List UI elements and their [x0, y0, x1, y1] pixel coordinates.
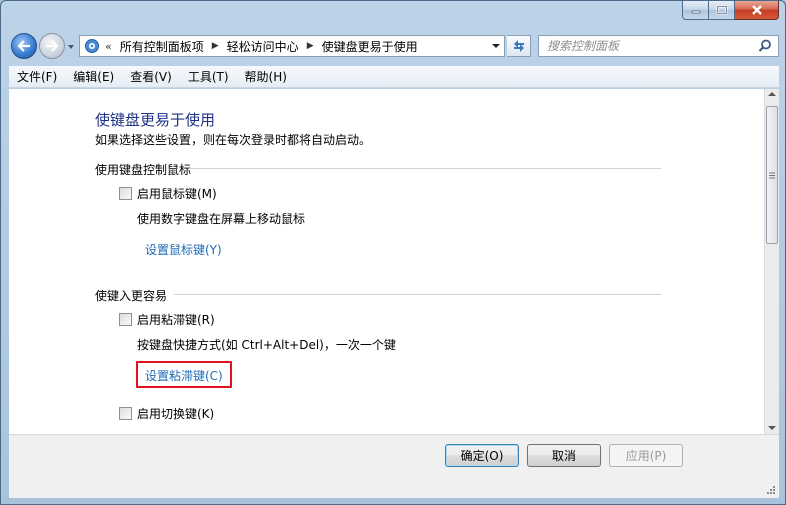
page-description: 如果选择这些设置，则在每次登录时都将自动启动。 [95, 133, 372, 147]
sticky-keys-description: 按键盘快捷方式(如 Ctrl+Alt+Del)，一次一个键 [137, 338, 396, 352]
breadcrumb-arrow-icon[interactable]: ▶ [307, 41, 314, 51]
menu-bar: 文件(F) 编辑(E) 查看(V) 工具(T) 帮助(H) [9, 66, 779, 88]
toggle-keys-label[interactable]: 启用切换键(K) [137, 405, 214, 422]
address-dropdown-button[interactable] [488, 36, 504, 56]
scroll-down-icon[interactable] [768, 425, 776, 431]
control-panel-icon [83, 37, 101, 55]
sticky-keys-checkbox[interactable] [119, 313, 132, 326]
breadcrumb-arrow-icon[interactable]: ▶ [212, 41, 219, 51]
mouse-keys-checkbox-row[interactable]: 启用鼠标键(M) [119, 185, 217, 202]
sticky-keys-checkbox-row[interactable]: 启用粘滞键(R) [119, 311, 215, 328]
section-divider [189, 168, 661, 169]
apply-button: 应用(P) [609, 444, 683, 467]
search-box[interactable] [538, 35, 779, 57]
ok-button[interactable]: 确定(O) [445, 444, 519, 467]
section-heading-mouse: 使用键盘控制鼠标 [95, 163, 192, 177]
caption-buttons [682, 1, 779, 21]
setup-mouse-keys-link[interactable]: 设置鼠标键(Y) [145, 241, 222, 258]
grip-icon [769, 172, 775, 178]
toggle-keys-checkbox[interactable] [119, 407, 132, 420]
menu-edit[interactable]: 编辑(E) [65, 68, 122, 85]
mouse-keys-description: 使用数字键盘在屏幕上移动鼠标 [137, 212, 306, 226]
forward-button[interactable] [39, 33, 65, 59]
history-dropdown[interactable] [66, 42, 76, 52]
chevron-down-icon [492, 44, 500, 48]
breadcrumb-ease-of-access[interactable]: 轻松访问中心 [227, 38, 299, 55]
search-input[interactable] [547, 39, 747, 53]
toggle-keys-checkbox-row[interactable]: 启用切换键(K) [119, 405, 214, 422]
maximize-button[interactable] [709, 1, 735, 20]
refresh-icon [513, 40, 524, 52]
minimize-button[interactable] [682, 1, 709, 20]
menu-view[interactable]: 查看(V) [122, 68, 180, 85]
scroll-up-icon[interactable] [768, 91, 776, 97]
resize-grip-icon[interactable] [766, 485, 776, 495]
setup-sticky-keys-link[interactable]: 设置粘滞键(C) [145, 367, 223, 384]
menu-help[interactable]: 帮助(H) [237, 68, 295, 85]
mouse-keys-label[interactable]: 启用鼠标键(M) [137, 185, 217, 202]
sticky-keys-label[interactable]: 启用粘滞键(R) [137, 311, 215, 328]
maximize-icon [716, 5, 727, 15]
close-button[interactable] [735, 1, 779, 20]
cancel-button[interactable]: 取消 [527, 444, 601, 467]
section-divider [174, 294, 661, 295]
control-panel-window: « 所有控制面板项 ▶ 轻松访问中心 ▶ 使键盘更易于使用 文件(F) 编辑(E… [0, 0, 786, 505]
menu-tools[interactable]: 工具(T) [180, 68, 237, 85]
navigation-bar: « 所有控制面板项 ▶ 轻松访问中心 ▶ 使键盘更易于使用 [1, 29, 785, 63]
menu-file[interactable]: 文件(F) [9, 68, 65, 85]
back-button[interactable] [11, 33, 37, 59]
arrow-left-icon [17, 40, 30, 52]
search-icon[interactable] [758, 39, 772, 53]
content-pane: 使键盘更易于使用 如果选择这些设置，则在每次登录时都将自动启动。 使用键盘控制鼠… [9, 89, 764, 434]
mouse-keys-checkbox[interactable] [119, 187, 132, 200]
scrollbar-thumb[interactable] [766, 106, 778, 244]
section-heading-typing: 使键入更容易 [95, 289, 168, 303]
chevron-down-icon [68, 45, 74, 49]
address-bar[interactable]: « 所有控制面板项 ▶ 轻松访问中心 ▶ 使键盘更易于使用 [79, 35, 505, 57]
refresh-button[interactable] [507, 35, 531, 57]
minimize-icon [691, 10, 700, 14]
breadcrumb-keyboard[interactable]: 使键盘更易于使用 [322, 38, 418, 55]
breadcrumb-overflow[interactable]: « [105, 40, 112, 53]
close-icon [751, 5, 762, 15]
vertical-scrollbar[interactable] [764, 89, 779, 434]
page-title: 使键盘更易于使用 [95, 111, 216, 129]
breadcrumb-all-items[interactable]: 所有控制面板项 [120, 38, 204, 55]
arrow-right-icon [46, 40, 59, 52]
button-bar: 确定(O) 取消 应用(P) [9, 434, 779, 498]
